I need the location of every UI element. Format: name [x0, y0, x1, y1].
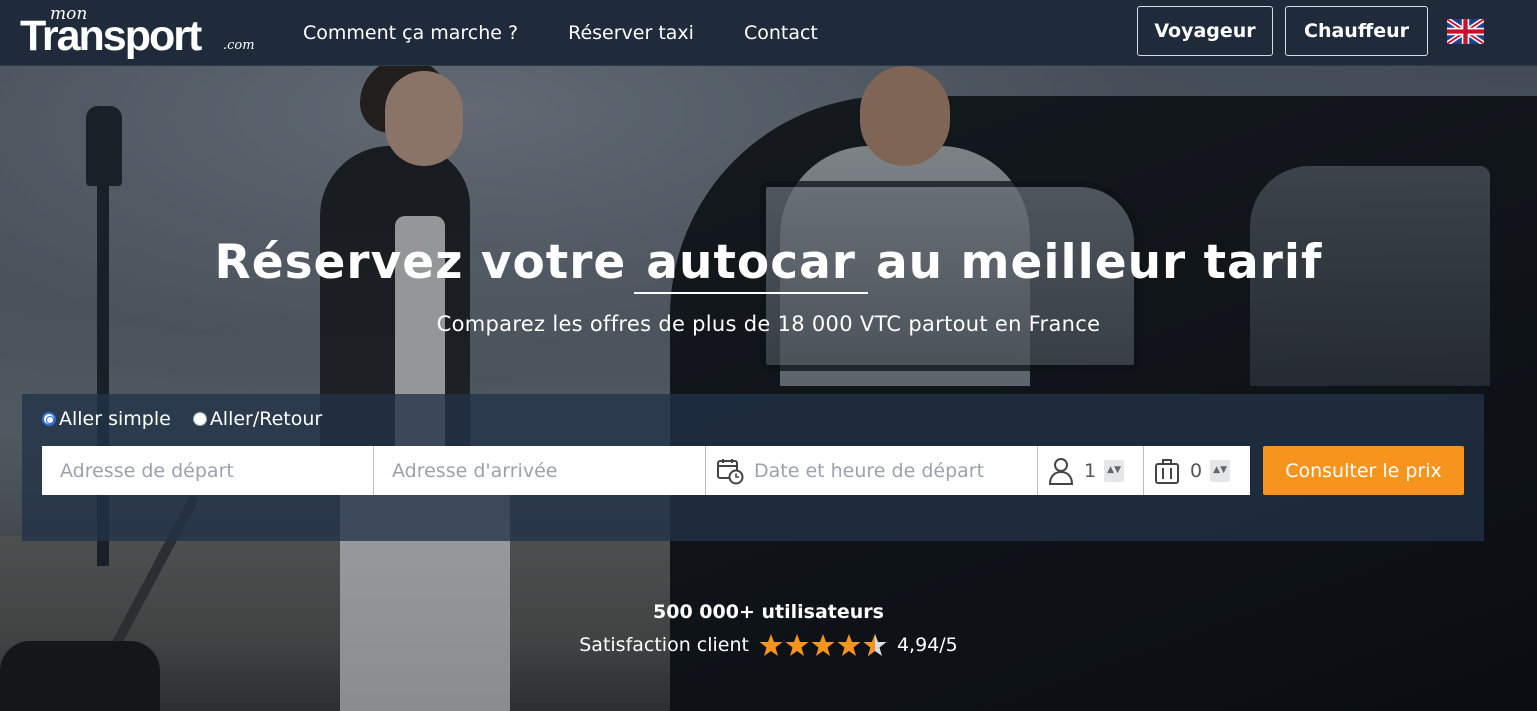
- consult-price-button[interactable]: Consulter le prix: [1263, 446, 1464, 495]
- departure-datetime-input[interactable]: Date et heure de départ: [706, 446, 1038, 495]
- nav-reserver-taxi[interactable]: Réserver taxi: [568, 22, 694, 44]
- hero-section: Réservez votre autocar au meilleur tarif C…: [0, 66, 1537, 711]
- departure-address-input[interactable]: Adresse de départ: [42, 446, 374, 495]
- star-icon: [785, 634, 809, 656]
- logo-com: .com: [223, 38, 255, 53]
- rating-score: 4,94/5: [896, 634, 958, 656]
- uk-flag-icon[interactable]: [1447, 19, 1484, 44]
- passenger-icon: [1048, 457, 1074, 485]
- hero-subline: Comparez les offres de plus de 18 000 VT…: [436, 312, 1101, 336]
- nav-comment-ca-marche[interactable]: Comment ça marche ?: [303, 22, 518, 44]
- passengers-stepper[interactable]: 1 ▲▼: [1038, 446, 1144, 495]
- booking-form: Aller simple Aller/Retour Adresse de dép…: [22, 394, 1484, 541]
- arrival-address-input[interactable]: Adresse d'arrivée: [374, 446, 706, 495]
- users-count: 500 000+ utilisateurs: [653, 601, 884, 623]
- montransport-logo[interactable]: mon Transport .com: [20, 4, 270, 62]
- passenger-spinner[interactable]: ▲▼: [1104, 459, 1125, 482]
- satisfaction-label: Satisfaction client: [579, 634, 749, 656]
- main-nav: Comment ça marche ? Réserver taxi Contac…: [303, 0, 818, 66]
- radio-checked-icon[interactable]: [42, 412, 56, 426]
- luggage-count: 0: [1190, 459, 1203, 482]
- vehicle-word: autocar: [634, 234, 868, 294]
- hero-headline: Réservez votre autocar au meilleur tarif: [0, 234, 1537, 294]
- star-icon: [759, 634, 783, 656]
- star-icon: [811, 634, 835, 656]
- rating-stars: [759, 633, 887, 657]
- half-star-icon: [863, 634, 887, 656]
- logo-transport: Transport: [20, 12, 202, 60]
- radio-unchecked-icon[interactable]: [192, 412, 207, 426]
- radio-aller-simple[interactable]: Aller simple: [42, 408, 171, 430]
- nav-contact[interactable]: Contact: [744, 22, 818, 44]
- customer-rating: Satisfaction client 4,94/5: [0, 633, 1537, 657]
- star-icon: [837, 634, 861, 656]
- trip-type-selector: Aller simple Aller/Retour: [42, 408, 322, 430]
- top-header: mon Transport .com Comment ça marche ? R…: [0, 0, 1537, 66]
- passenger-count: 1: [1084, 459, 1097, 482]
- luggage-spinner[interactable]: ▲▼: [1210, 459, 1231, 482]
- luggage-icon: [1155, 458, 1179, 484]
- voyageur-button[interactable]: Voyageur: [1137, 6, 1273, 56]
- calendar-clock-icon: [717, 458, 744, 484]
- chauffeur-button[interactable]: Chauffeur: [1285, 6, 1428, 56]
- luggage-stepper[interactable]: 0 ▲▼: [1144, 446, 1250, 495]
- radio-aller-retour[interactable]: Aller/Retour: [192, 408, 322, 430]
